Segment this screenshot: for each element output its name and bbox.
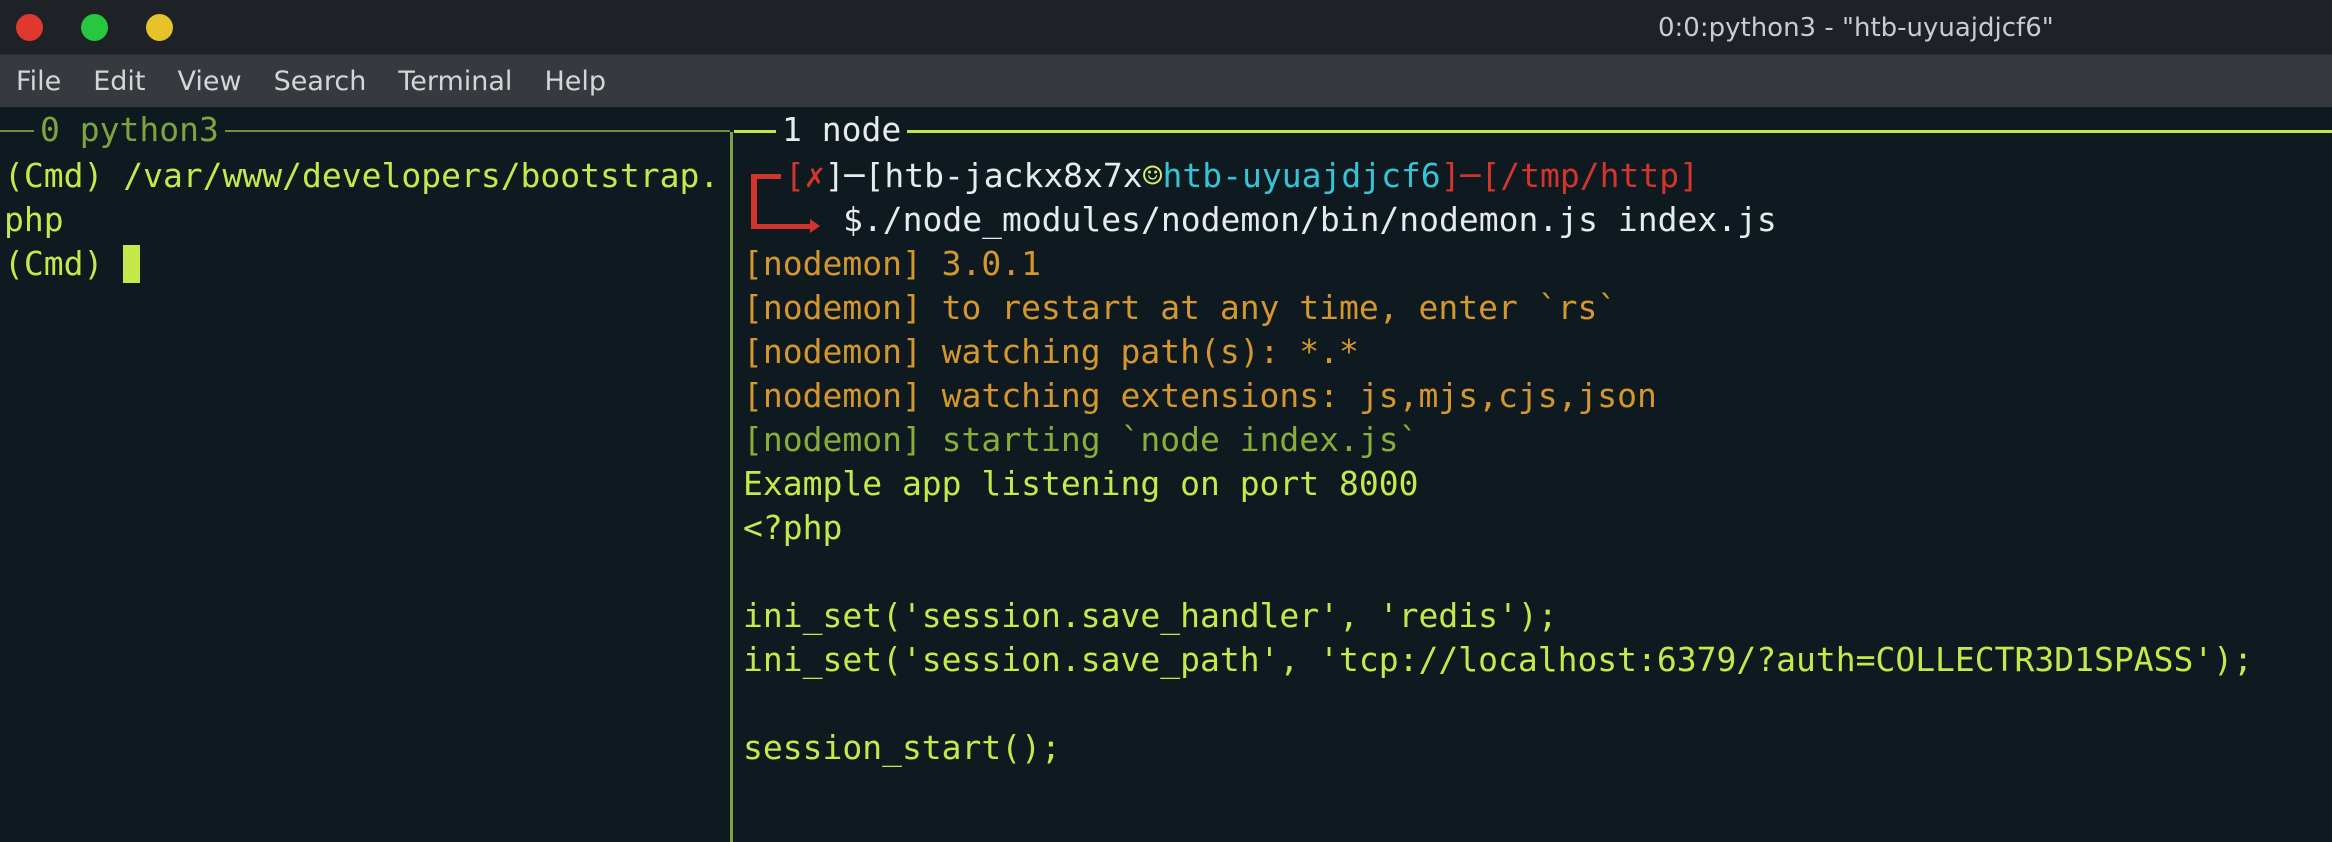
shell-command: ./node_modules/nodemon/bin/nodemon.js in… <box>862 200 1777 239</box>
pane-divider[interactable] <box>730 132 733 842</box>
close-window-button[interactable] <box>16 14 43 41</box>
shell-prompt-line: [✗]─[htb-jackx8x7x☺htb-uyuajdjcf6]─[/tmp… <box>785 156 1699 195</box>
minimize-window-button[interactable] <box>146 14 173 41</box>
output-line-1: Example app listening on port 8000 <box>743 464 1419 503</box>
right-pane-title: 1 node <box>776 108 908 152</box>
text-cursor <box>123 245 141 283</box>
menu-terminal[interactable]: Terminal <box>382 66 528 97</box>
menu-edit[interactable]: Edit <box>77 66 161 97</box>
prompt-user: htb-jackx8x7x <box>884 156 1143 195</box>
left-prompt-line[interactable]: (Cmd) <box>4 242 141 286</box>
shell-command-line: $./node_modules/nodemon/bin/nodemon.js i… <box>843 200 1777 239</box>
nodemon-start-line: [nodemon] starting `node index.js` <box>743 420 1419 459</box>
skull-icon: ☺ <box>1142 156 1163 195</box>
left-line-2: php <box>4 200 64 239</box>
nodemon-watch-ext-line: [nodemon] watching extensions: js,mjs,cj… <box>743 376 1657 415</box>
left-pane-header[interactable]: 0 python3 <box>0 108 730 152</box>
menu-file[interactable]: File <box>0 66 77 97</box>
prompt-arrow-horizontal <box>751 224 815 229</box>
window-title: 0:0:python3 - "htb-uyuajdjcf6" <box>1658 13 2054 43</box>
nodemon-restart-line: [nodemon] to restart at any time, enter … <box>743 288 1618 327</box>
left-pane-title: 0 python3 <box>34 108 225 152</box>
menu-help[interactable]: Help <box>528 66 622 97</box>
left-line-1: (Cmd) /var/www/developers/bootstrap. <box>4 156 720 195</box>
cmd-prompt: (Cmd) <box>4 244 124 283</box>
prompt-path: [/tmp/http] <box>1480 156 1699 195</box>
prompt-arrow-icon <box>810 219 820 233</box>
output-line-7: session_start(); <box>743 728 1061 767</box>
maximize-window-button[interactable] <box>81 14 108 41</box>
output-line-2: <?php <box>743 508 843 547</box>
output-line-4: ini_set('session.save_handler', 'redis')… <box>743 596 1558 635</box>
title-bar: 0:0:python3 - "htb-uyuajdjcf6" <box>0 0 2332 55</box>
right-pane-border <box>734 130 2332 133</box>
menu-view[interactable]: View <box>161 66 257 97</box>
nodemon-watch-path-line: [nodemon] watching path(s): *.* <box>743 332 1359 371</box>
terminal-area[interactable]: 0 python3 1 node (Cmd) /var/www/develope… <box>0 108 2332 842</box>
menu-bar: File Edit View Search Terminal Help <box>0 55 2332 107</box>
nodemon-version-line: [nodemon] 3.0.1 <box>743 244 1042 283</box>
output-line-5: ini_set('session.save_path', 'tcp://loca… <box>743 640 2253 679</box>
error-status-icon: ✗ <box>804 156 825 195</box>
menu-search[interactable]: Search <box>258 66 383 97</box>
prompt-host: htb-uyuajdjcf6 <box>1162 156 1441 195</box>
prompt-arrow-vertical <box>751 174 757 228</box>
right-pane-header[interactable]: 1 node <box>734 108 2332 152</box>
